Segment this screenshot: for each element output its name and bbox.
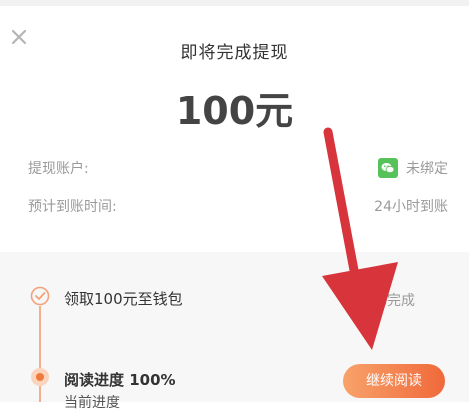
top-strip [0,0,469,6]
progress-dot-icon [31,368,49,386]
arrival-label: 预计到账时间: [28,199,117,215]
task-label-reading: 阅读进度 100% [64,371,176,389]
withdraw-dialog: 即将完成提现 100元 提现账户: 未绑定 预计到账时间: 24小时到账 领取1… [0,0,469,411]
arrival-value: 24小时到账 [374,199,448,215]
withdraw-amount: 100元 [175,89,294,133]
wechat-icon [378,158,398,178]
account-row: 提现账户: 未绑定 [28,156,448,180]
task-sub-reading: 当前进度 [64,395,120,411]
continue-reading-button[interactable]: 继续阅读 [343,364,445,398]
account-value-group[interactable]: 未绑定 [378,158,448,178]
account-label: 提现账户: [28,161,89,177]
dialog-title: 即将完成提现 [180,43,289,63]
account-value: 未绑定 [406,161,448,177]
task-panel: 领取100元至钱包 已完成 阅读进度 100% 当前进度 继续阅读 [0,252,469,411]
step-line [39,306,41,402]
arrival-row: 预计到账时间: 24小时到账 [28,194,448,218]
task-status-done: 已完成 [373,293,415,309]
task-label-claim: 领取100元至钱包 [64,290,183,308]
check-circle-icon [30,286,50,306]
